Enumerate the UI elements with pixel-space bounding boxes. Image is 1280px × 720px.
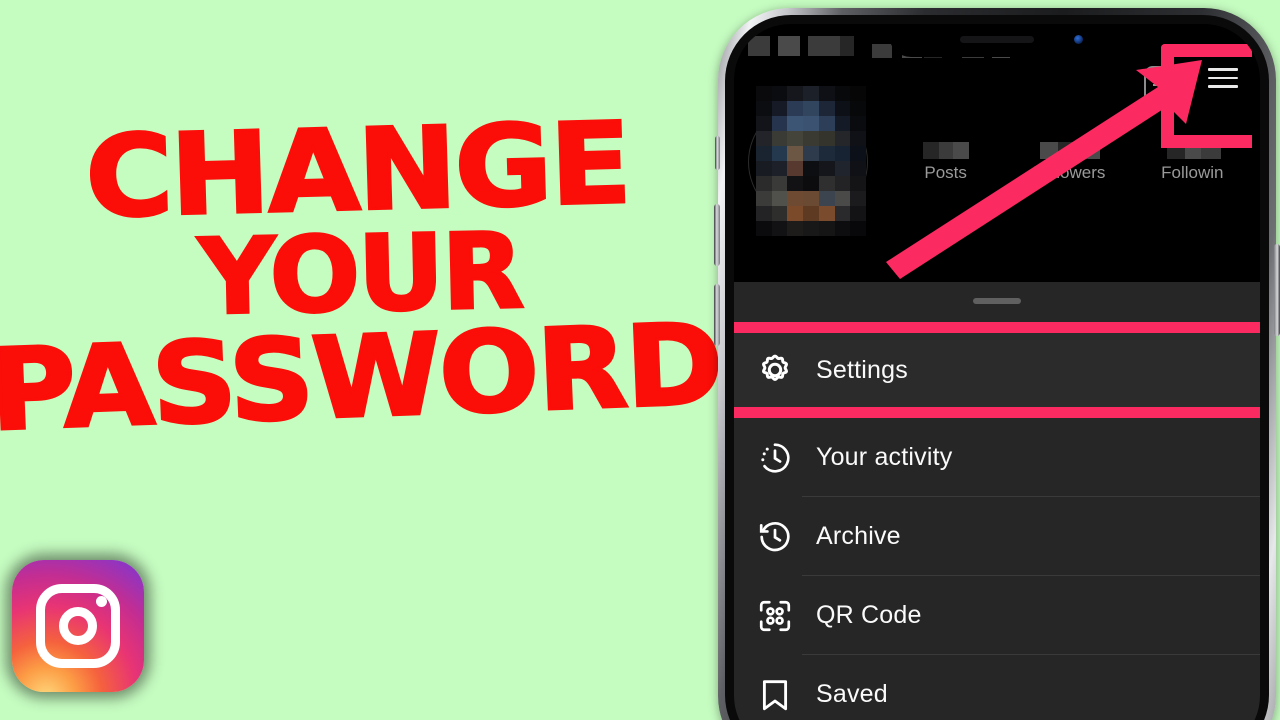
front-camera [1074,35,1083,44]
profile-avatar[interactable] [756,86,866,236]
stat-followers[interactable]: Followers [1007,142,1130,202]
sheet-drag-handle[interactable] [973,298,1021,304]
menu-item-saved-label: Saved [816,680,888,708]
power-button[interactable] [1274,244,1280,336]
stat-following-label: Followin [1161,163,1224,182]
menu-list: Settings Your activity Archive QR Code S… [734,322,1260,720]
bookmark-icon [756,676,794,714]
menu-item-settings[interactable]: Settings [734,333,1260,407]
qr-code-icon [756,597,794,635]
menu-bottom-sheet: Settings Your activity Archive QR Code S… [734,282,1260,720]
phone-mockup: Posts Followers Followin Settings Your a… [714,8,1280,720]
earpiece-speaker [960,36,1034,43]
menu-item-qr-code[interactable]: QR Code [734,576,1260,655]
menu-item-your-activity[interactable]: Your activity [734,418,1260,497]
headline-line-1: CHANGE [82,97,632,244]
headline-block: CHANGE YOUR PASSWORD [0,97,725,540]
highlight-bar-bottom [734,407,1260,418]
gear-icon [756,351,794,389]
phone-screen: Posts Followers Followin Settings Your a… [734,24,1260,720]
clock-back-icon [756,518,794,556]
profile-stats: Posts Followers Followin [884,142,1254,202]
silent-switch[interactable] [715,136,720,170]
highlight-bar-top [734,322,1260,333]
clock-dots-icon [756,439,794,477]
screenshot-canvas: CHANGE YOUR PASSWORD Posts Followers Fol… [0,0,1280,720]
menu-item-archive[interactable]: Archive [734,497,1260,576]
instagram-logo [12,560,144,692]
phone-notch [889,24,1105,57]
headline-line-3: PASSWORD [0,298,725,458]
stat-following[interactable]: Followin [1131,142,1254,202]
menu-item-saved[interactable]: Saved [734,655,1260,720]
instagram-logo-frame [36,584,120,668]
add-post-button[interactable] [1144,66,1182,104]
menu-item-archive-label: Archive [816,522,901,550]
menu-item-settings-label: Settings [816,355,908,384]
stat-posts-value-censored [915,142,977,159]
instagram-logo-lens [59,607,97,645]
menu-item-qr-code-label: QR Code [816,601,922,629]
stat-posts[interactable]: Posts [884,142,1007,202]
headline-line-2: YOUR [196,208,524,340]
hamburger-menu-icon[interactable] [1208,68,1238,96]
volume-up-button[interactable] [714,204,720,266]
menu-item-your-activity-label: Your activity [816,443,953,471]
volume-down-button[interactable] [714,284,720,346]
instagram-logo-flash [96,596,107,607]
stat-posts-label: Posts [924,163,967,182]
stat-followers-label: Followers [1032,163,1106,182]
stat-followers-value-censored [1038,142,1100,159]
